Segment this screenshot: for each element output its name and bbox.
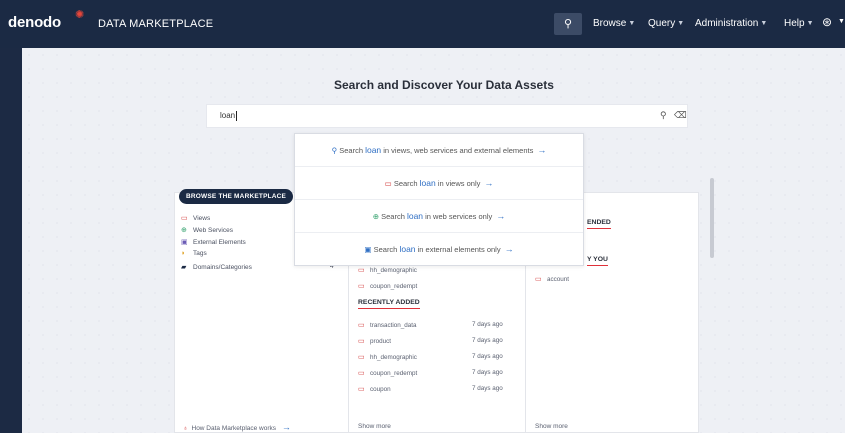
list-item[interactable]: ▭ hh_demographic (358, 266, 417, 274)
view-icon: ▭ (181, 215, 188, 222)
globe-icon: ⊕ (372, 212, 380, 221)
arrow-right-icon: → (496, 211, 506, 221)
folder-icon: ▰ (181, 264, 187, 271)
arrow-right-icon: → (504, 244, 514, 254)
page-title: Search and Discover Your Data Assets (334, 78, 554, 92)
time-ago: 7 days ago (472, 337, 503, 344)
view-icon: ▭ (358, 267, 365, 274)
search-suggestions-dropdown: ⚲ Search loan in views, web services and… (294, 133, 584, 266)
recently-added-title: RECENTLY ADDED (358, 299, 420, 309)
browse-item-views[interactable]: ▭ Views (181, 214, 210, 222)
scrollbar[interactable] (710, 178, 714, 258)
top-bar: denodo ✺ DATA MARKETPLACE ⚲ Browse ▼ Quer… (0, 0, 845, 48)
show-more-link[interactable]: Show more (358, 423, 391, 430)
time-ago: 7 days ago (472, 385, 503, 392)
browse-item-external-elements[interactable]: ▣ External Elements (181, 238, 246, 246)
list-item[interactable]: ▭ account (535, 275, 569, 283)
view-icon: ▭ (535, 276, 542, 283)
arrow-right-icon: → (537, 145, 547, 155)
list-item[interactable]: ▭ coupon_redempt (358, 282, 417, 290)
view-icon: ▭ (358, 338, 365, 345)
list-item[interactable]: ▭product (358, 337, 391, 345)
clear-icon[interactable]: ⌫ (674, 110, 687, 121)
suggestion-views[interactable]: ▭ Search loan in views only → (295, 167, 583, 200)
tag-icon: ◗ (181, 250, 186, 257)
browse-title: BROWSE THE MARKETPLACE (179, 189, 294, 204)
how-it-works-link[interactable]: ♁ How Data Marketplace works → (183, 422, 291, 432)
arrow-right-icon: → (484, 178, 494, 188)
suggestion-all[interactable]: ⚲ Search loan in views, web services and… (295, 134, 583, 167)
app-title: DATA MARKETPLACE (98, 18, 214, 30)
browse-item-tags[interactable]: ◗ Tags (181, 250, 207, 257)
list-item[interactable]: ▭ coupon (358, 385, 391, 393)
globe-icon: ⊕ (181, 227, 187, 234)
time-ago: 7 days ago (472, 321, 503, 328)
suggestion-web-services[interactable]: ⊕ Search loan in web services only → (295, 200, 583, 233)
external-element-icon: ▣ (181, 239, 188, 246)
nav-administration[interactable]: Administration ▼ (695, 18, 767, 29)
view-icon: ▭ (358, 322, 365, 329)
search-input[interactable]: loan ⚲ ⌫ (207, 105, 687, 127)
view-icon: ▭ (358, 354, 365, 361)
list-item[interactable]: ▭ transaction_data (358, 321, 417, 329)
nav-query[interactable]: Query ▼ (648, 18, 684, 29)
search-icon: ⚲ (331, 146, 338, 155)
nav-browse[interactable]: Browse ▼ (593, 18, 635, 29)
list-item[interactable]: ▭ coupon_redempt (358, 369, 417, 377)
external-element-icon: ▣ (364, 245, 372, 254)
nav-help[interactable]: Help ▼ (784, 18, 814, 29)
popular-title: Y YOU (587, 256, 608, 266)
user-icon[interactable]: ⊛ (822, 15, 832, 29)
show-more-link[interactable]: Show more (535, 423, 568, 430)
logo-mark-icon: ✺ (75, 9, 85, 21)
main-content: Search and Discover Your Data Assets loa… (22, 48, 845, 433)
time-ago: 7 days ago (472, 369, 503, 376)
view-icon: ▭ (358, 386, 365, 393)
lightbulb-icon: ♁ (183, 425, 188, 432)
view-icon: ▭ (358, 283, 365, 290)
denodo-logo[interactable]: denodo (8, 14, 61, 31)
time-ago: 7 days ago (472, 353, 503, 360)
search-value: loan (220, 111, 236, 121)
browse-item-domains[interactable]: ▰ Domains/Categories (181, 263, 252, 271)
suggestion-external[interactable]: ▣ Search loan in external elements only → (295, 233, 583, 266)
search-icon[interactable]: ⚲ (554, 13, 582, 35)
view-icon: ▭ (384, 179, 392, 188)
arrow-right-icon: → (281, 422, 291, 432)
view-icon: ▭ (358, 370, 365, 377)
list-item[interactable]: ▭ hh_demographic (358, 353, 417, 361)
recommended-title: ENDED (587, 219, 611, 229)
browse-item-web-services[interactable]: ⊕ Web Services (181, 226, 233, 234)
chevron-down-icon[interactable]: ▼ (838, 18, 845, 25)
search-icon[interactable]: ⚲ (660, 110, 667, 121)
